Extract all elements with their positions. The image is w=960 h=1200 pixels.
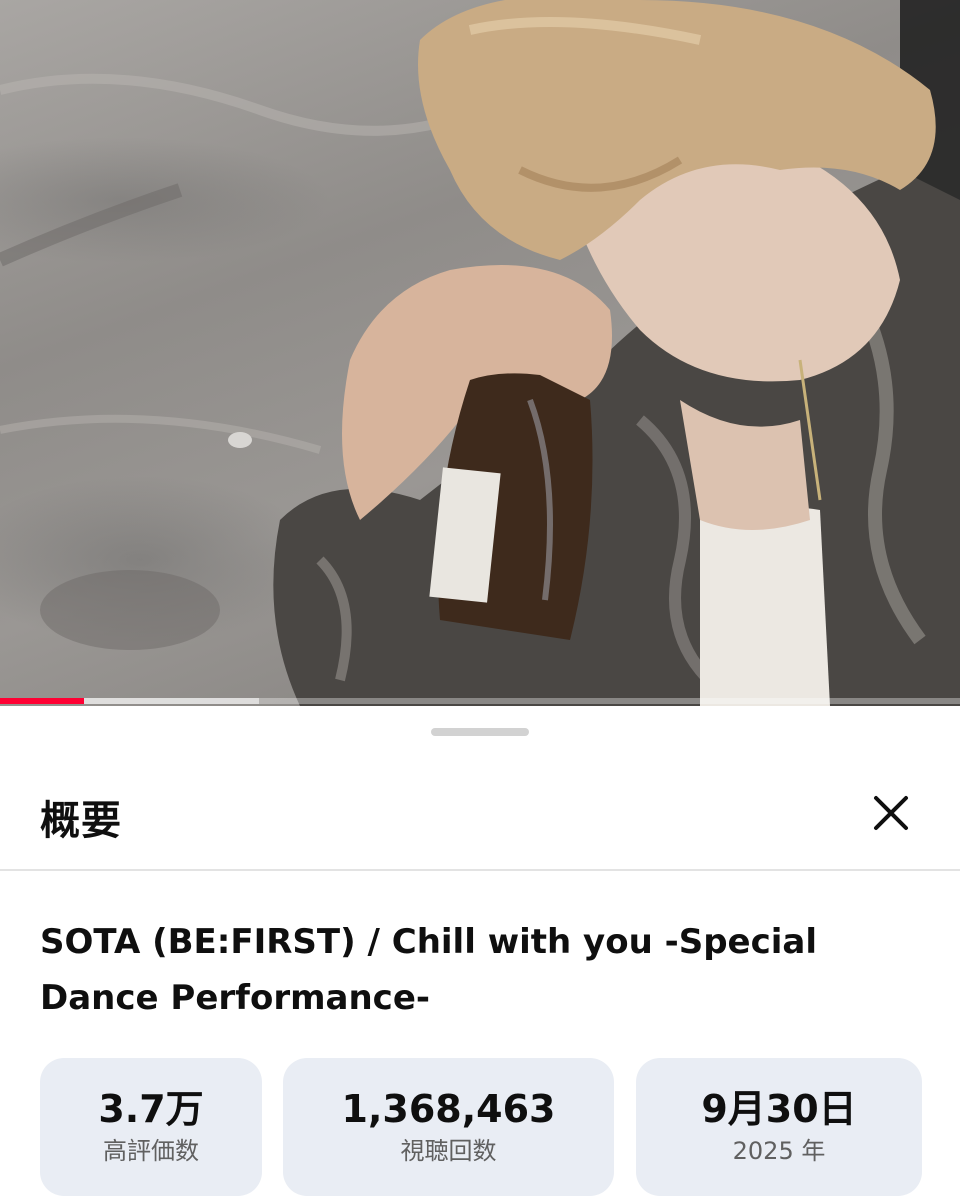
- date-value: 9月30日: [701, 1087, 857, 1131]
- video-frame-image: [0, 0, 960, 706]
- close-button[interactable]: [862, 784, 920, 842]
- video-player[interactable]: [0, 0, 960, 706]
- date-stat: 9月30日 2025 年: [636, 1058, 922, 1196]
- video-title: SOTA (BE:FIRST) / Chill with you -Specia…: [40, 922, 818, 1018]
- description-sheet: 概要 SOTA (BE:FIRST) / Chill with you -Spe…: [0, 706, 960, 1200]
- date-year: 2025 年: [732, 1137, 826, 1165]
- drag-handle[interactable]: [431, 728, 529, 736]
- sheet-header: 概要: [0, 766, 960, 866]
- sheet-title: 概要: [40, 798, 122, 844]
- views-stat: 1,368,463 視聴回数: [283, 1058, 614, 1196]
- likes-stat: 3.7万 高評価数: [40, 1058, 262, 1196]
- likes-value: 3.7万: [98, 1087, 204, 1131]
- likes-label: 高評価数: [103, 1137, 199, 1165]
- progress-bar[interactable]: [0, 698, 960, 704]
- stats-row: 3.7万 高評価数 1,368,463 視聴回数 9月30日 2025 年: [0, 1058, 960, 1196]
- header-divider: [0, 869, 960, 871]
- progress-fill: [0, 698, 84, 704]
- views-value: 1,368,463: [341, 1087, 556, 1131]
- views-label: 視聴回数: [400, 1137, 497, 1165]
- close-icon: [874, 796, 908, 830]
